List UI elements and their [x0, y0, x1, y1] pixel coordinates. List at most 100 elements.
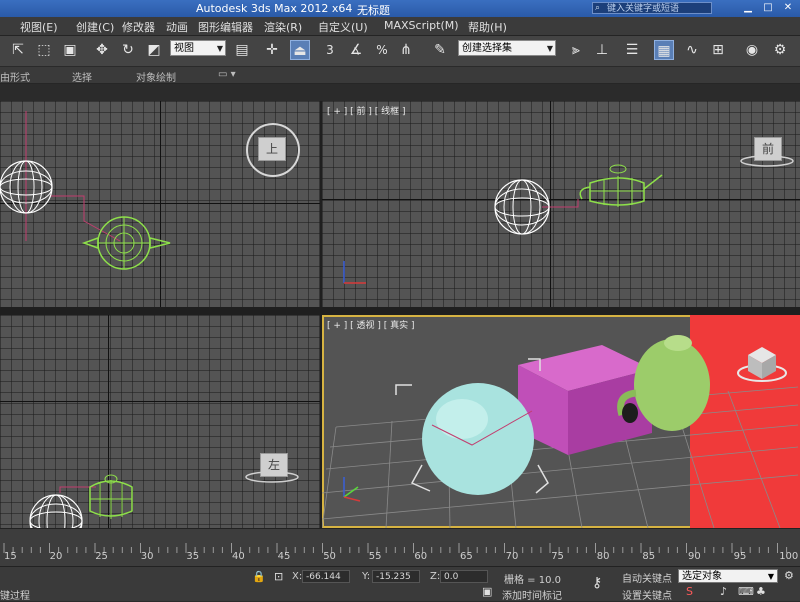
menu-view[interactable]: 视图(E) — [20, 19, 58, 35]
autokey-button[interactable]: 自动关键点 — [622, 570, 672, 585]
axis-tripod-perspective — [343, 477, 361, 502]
red-background-panel — [690, 315, 800, 528]
move-icon[interactable]: ✥ — [92, 40, 112, 60]
viewport-perspective[interactable]: [ + ] [ 透视 ] [ 真实 ] — [322, 315, 800, 528]
viewport-front[interactable]: [ + ] [ 前 ] [ 线框 ] 前 — [322, 101, 800, 307]
menu-modifiers[interactable]: 修改器 — [122, 19, 155, 35]
y-coordinate-label: Y: — [362, 571, 371, 582]
timeline-tick-label: 30 — [140, 551, 154, 562]
snap-label: 3 — [326, 43, 334, 57]
graphite-tools-icon[interactable]: ▦ — [654, 40, 674, 60]
edit-named-selection-icon[interactable]: ✎ — [430, 40, 450, 60]
timeline-ticks — [3, 543, 788, 553]
timeline-tick-label: 60 — [414, 551, 428, 562]
ribbon-tab-object-paint[interactable]: 对象绘制 — [136, 69, 176, 84]
timeline-tick-label: 15 — [4, 551, 17, 562]
select-object-icon[interactable]: ⇱ — [8, 40, 28, 60]
mic-icon: ♪ — [720, 585, 728, 598]
teapot-wireframe-front — [579, 164, 663, 207]
timeline-tick-label: 20 — [49, 551, 63, 562]
teapot-wireframe-top — [81, 216, 171, 270]
curve-editor-icon[interactable]: ∿ — [682, 40, 702, 60]
menu-animation[interactable]: 动画 — [166, 19, 188, 35]
document-title: 无标题 — [357, 4, 390, 17]
sphere-wireframe-left — [29, 494, 83, 528]
keyboard-shortcut-override-icon[interactable]: ⏏ — [290, 40, 310, 60]
mirror-icon[interactable]: ⫸ — [566, 40, 586, 60]
main-toolbar: ⇱ ⬚ ▣ ✥ ↻ ◩ 视图 ▼ ▤ ✛ ⏏ 3 ∡ % ⋔ ✎ 创建选择集 ▼… — [0, 36, 800, 67]
title-bar: Autodesk 3ds Max 2012 x64 无标题 ⌕ 键入关键字或短语… — [0, 0, 800, 17]
close-icon[interactable]: ✕ — [780, 1, 796, 15]
menu-help[interactable]: 帮助(H) — [468, 19, 507, 35]
timeline-tick-label: 65 — [460, 551, 473, 562]
maximize-icon[interactable]: □ — [760, 1, 776, 15]
timeline-tick-label: 40 — [232, 551, 245, 562]
reference-coordinate-select[interactable]: 视图 ▼ — [170, 40, 226, 56]
ribbon-tab-freeform[interactable]: 由形式 — [0, 69, 30, 84]
minimize-icon[interactable]: ▁ — [740, 1, 756, 15]
help-search-input[interactable]: ⌕ 键入关键字或短语 — [592, 2, 712, 14]
align-icon[interactable]: ⊥ — [592, 40, 612, 60]
timeline-tick-label: 90 — [688, 551, 701, 562]
timeline-tick-label: 85 — [642, 551, 656, 562]
status-bar: 🔒 ⊡ X: -66.144 Y: -15.235 Z: 0.0 栅格 = 10… — [0, 566, 800, 602]
snap-toggle-icon[interactable]: 3 — [320, 40, 340, 60]
timeline-tick-label: 80 — [596, 551, 610, 562]
timeline-tick-label: 95 — [733, 551, 747, 562]
grid-spacing-label: 栅格 = 10.0 — [504, 575, 562, 586]
menu-create[interactable]: 创建(C) — [76, 19, 114, 35]
front-view-objects — [343, 155, 794, 284]
menu-graph-editors[interactable]: 图形编辑器 — [198, 19, 253, 35]
y-coordinate-field[interactable]: -15.235 — [372, 570, 420, 583]
chevron-down-icon: ▼ — [767, 572, 774, 581]
percent-snap-icon[interactable]: % — [372, 40, 392, 60]
timeline-tick-label: 25 — [95, 551, 108, 562]
select-manipulate-icon[interactable]: ✛ — [262, 40, 282, 60]
top-view-objects — [0, 111, 171, 270]
time-slider-track[interactable]: 15 20 25 30 35 40 45 50 55 60 65 70 75 80 85 90 95 100 — [0, 528, 800, 567]
percent-snap-label: % — [376, 43, 388, 57]
time-tag-icon[interactable]: ▣ — [482, 585, 492, 598]
timeline-tick-label: 35 — [186, 551, 200, 562]
ribbon-options-icon[interactable]: ▭ ▾ — [218, 69, 236, 80]
keyboard-icon: ⌨ — [738, 585, 754, 598]
teapot-wireframe-left — [89, 474, 133, 519]
rotate-icon[interactable]: ↻ — [118, 40, 138, 60]
viewport-left[interactable]: 左 — [0, 315, 320, 528]
layer-manager-icon[interactable]: ☰ — [622, 40, 642, 60]
menu-maxscript[interactable]: MAXScript(M) — [384, 19, 459, 32]
selection-set-value: 选定对象 — [682, 571, 722, 582]
selection-set-select[interactable]: 选定对象 ▼ — [678, 569, 778, 583]
chevron-down-icon: ▼ — [546, 44, 553, 53]
x-coordinate-field[interactable]: -66.144 — [302, 570, 350, 583]
spinner-snap-icon[interactable]: ⋔ — [396, 40, 416, 60]
viewport-top[interactable]: 上 — [0, 101, 320, 307]
rect-selection-icon[interactable]: ⬚ — [34, 40, 54, 60]
window-crossing-icon[interactable]: ▣ — [60, 40, 80, 60]
scale-icon[interactable]: ◩ — [144, 40, 164, 60]
timeline-tick-label: 50 — [323, 551, 336, 562]
lock-selection-icon[interactable]: 🔒 — [252, 570, 266, 583]
reference-coordinate-value: 视图 — [174, 43, 194, 54]
search-placeholder: 键入关键字或短语 — [607, 4, 680, 14]
material-editor-icon[interactable]: ◉ — [742, 40, 762, 60]
settings-icon[interactable]: ⚙ — [784, 569, 794, 582]
timeline-tick-label: 55 — [368, 551, 382, 562]
shirt-icon: ♣ — [756, 585, 766, 598]
viewport-area: 上 [ + ] [ 前 ] [线框] 前 左 [+] [透视] [… — [0, 101, 800, 528]
z-coordinate-field[interactable]: 0.0 — [440, 570, 488, 583]
render-setup-icon[interactable]: ⚙ — [770, 40, 790, 60]
named-selection-select[interactable]: 创建选择集 ▼ — [458, 40, 556, 56]
menu-rendering[interactable]: 渲染(R) — [264, 19, 302, 35]
angle-snap-icon[interactable]: ∡ — [346, 40, 366, 60]
menu-customize[interactable]: 自定义(U) — [318, 19, 368, 35]
z-coordinate-label: Z: — [430, 571, 441, 582]
key-icon[interactable]: ⚷ — [592, 575, 602, 591]
pivot-center-icon[interactable]: ▤ — [232, 40, 252, 60]
ribbon-bar: 由形式 选择 对象绘制 ▭ ▾ — [0, 67, 800, 84]
schematic-view-icon[interactable]: ⊞ — [708, 40, 728, 60]
timeline-tick-label: 45 — [277, 551, 291, 562]
absolute-mode-icon[interactable]: ⊡ — [274, 570, 283, 583]
left-view-objects — [29, 471, 299, 528]
ribbon-tab-selection[interactable]: 选择 — [72, 69, 92, 84]
